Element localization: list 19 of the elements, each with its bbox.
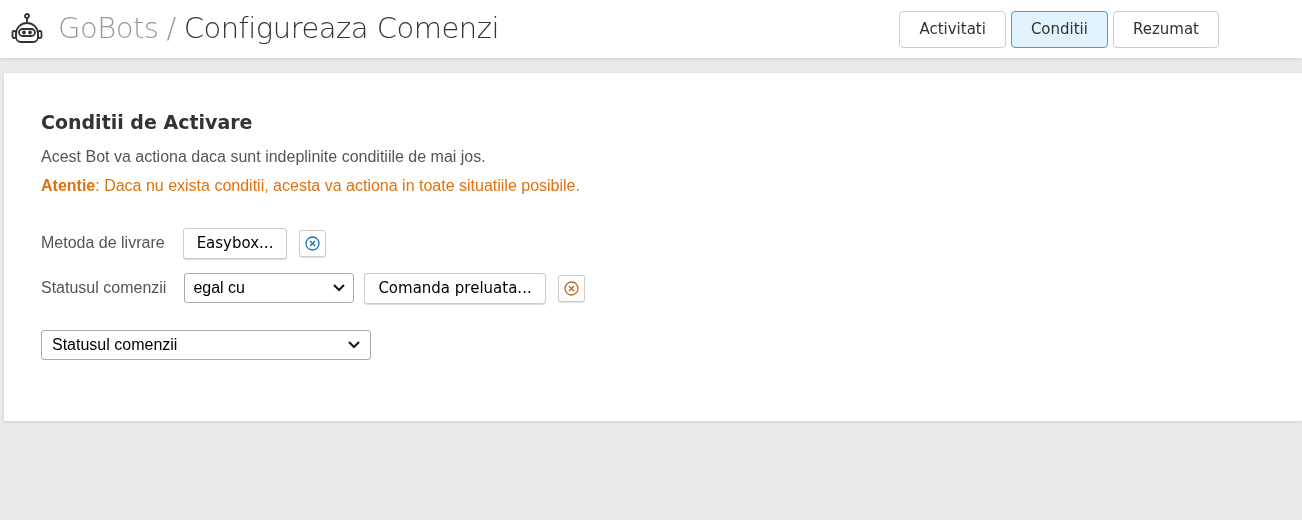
condition-label: Statusul comenzii [41,278,167,298]
remove-button[interactable] [299,229,327,257]
condition-select[interactable]: Statusul comenzii [41,329,371,360]
description-text: Acest Bot va actiona daca sunt indeplinite conditiile de mai jos. [41,146,487,167]
remove-button[interactable] [557,274,585,302]
page-title: Configureaza Comenzi [183,10,499,48]
chevron-icon [333,284,346,292]
step-tab[interactable]: Conditii [1010,10,1108,48]
step-tab[interactable]: Rezumat [1112,10,1219,48]
robot-icon [10,12,44,46]
breadcrumb-separator: / [166,10,176,48]
section-heading: Conditii de Activare [41,110,254,135]
value-button[interactable]: Easybox... [182,227,288,259]
condition-label: Metoda de livrare [41,233,165,253]
step-tab[interactable]: Activitati [899,10,1006,48]
value-button[interactable]: Comanda preluata... [364,272,546,304]
chevron-icon [348,340,360,349]
operator-select[interactable]: egal cu [184,273,355,303]
warning-text: Atentie: Daca nu exista conditii, acesta va actiona in toate situatiile posibile. [41,175,581,196]
